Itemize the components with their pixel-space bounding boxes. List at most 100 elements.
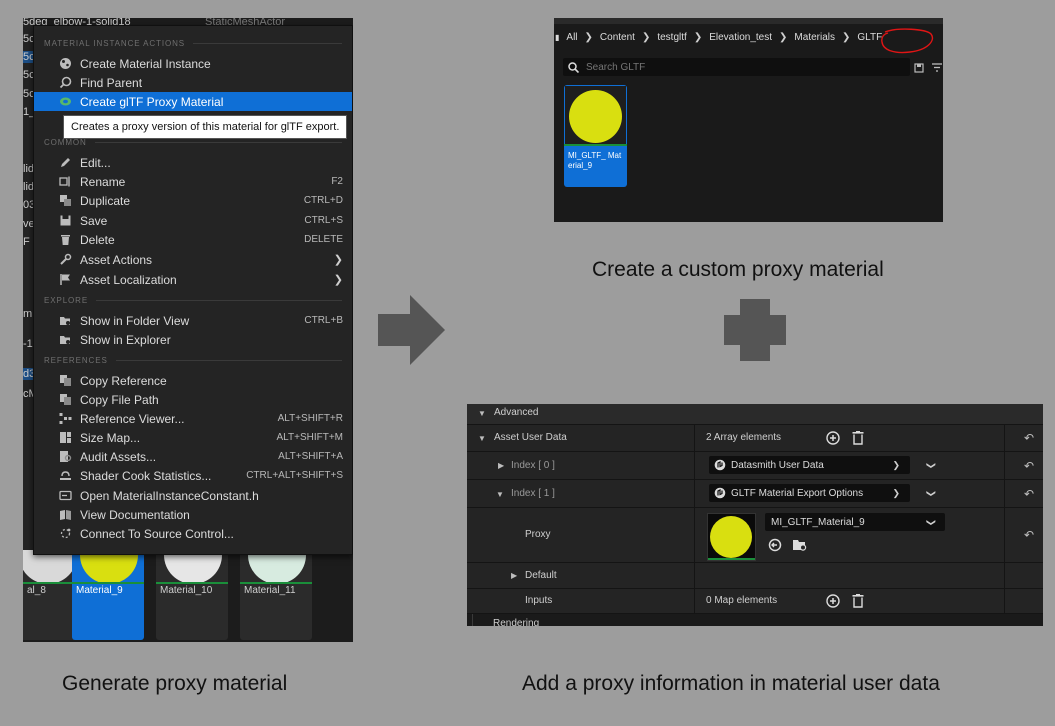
unreal-logo-icon [714, 459, 726, 471]
rename-item[interactable]: Rename F2 [34, 172, 352, 191]
search-bar[interactable] [563, 58, 910, 76]
index-1-row: ▼ Index [ 1 ] GLTF Material Export Optio… [467, 480, 1043, 508]
thumbnail-label: al_8 [27, 585, 46, 596]
reference-viewer-item[interactable]: Reference Viewer... ALT+SHIFT+R [34, 409, 352, 428]
user-data-class-dropdown[interactable]: GLTF Material Export Options ❯ [709, 484, 910, 502]
breadcrumb-item[interactable]: Content [600, 32, 635, 43]
breadcrumb-item[interactable]: All [566, 32, 577, 43]
audit-assets-item[interactable]: Audit Assets... ALT+SHIFT+A [34, 447, 352, 466]
asset-actions-item[interactable]: Asset Actions ❯ [34, 250, 352, 269]
breadcrumb-item[interactable]: testgltf [657, 32, 686, 43]
chevron-down-icon: ❯ [892, 459, 900, 470]
unreal-logo-icon [714, 487, 726, 499]
browse-asset-icon[interactable] [792, 538, 808, 555]
caption-generate: Generate proxy material [62, 672, 288, 695]
save-icon [58, 214, 72, 228]
add-element-icon[interactable] [826, 431, 840, 448]
caption-create-custom: Create a custom proxy material [592, 258, 884, 281]
reset-to-default-icon[interactable]: ↶ [1024, 487, 1034, 501]
asset-localization-item[interactable]: Asset Localization ❯ [34, 270, 352, 289]
duplicate-item[interactable]: Duplicate CTRL+D [34, 191, 352, 210]
search-icon [568, 61, 579, 73]
plus-icon [724, 299, 786, 361]
show-in-folder-view-item[interactable]: Show in Folder View CTRL+B [34, 311, 352, 330]
copy-file-path-item[interactable]: Copy File Path [34, 390, 352, 409]
asset-tile-selected[interactable]: MI_GLTF_ Material_9 [564, 85, 627, 187]
reset-to-default-icon[interactable]: ↶ [1024, 459, 1034, 473]
proxy-thumbnail[interactable] [707, 513, 756, 561]
search-input[interactable] [584, 60, 888, 74]
context-menu-screenshot: 5deg_elbow-1-solid18 StaticMeshActor 5c … [23, 18, 353, 642]
delete-item[interactable]: Delete DELETE [34, 230, 352, 249]
size-map-item[interactable]: Size Map... ALT+SHIFT+M [34, 428, 352, 447]
create-gltf-proxy-material-item[interactable]: Create glTF Proxy Material [34, 92, 352, 111]
breadcrumb-item[interactable]: Materials [794, 32, 835, 43]
trash-icon [58, 233, 72, 247]
pencil-icon [58, 156, 72, 170]
add-element-icon[interactable] [826, 594, 840, 611]
edit-item[interactable]: Edit... [34, 153, 352, 172]
reset-to-default-icon[interactable]: ↶ [1024, 431, 1034, 445]
show-in-explorer-item[interactable]: Show in Explorer [34, 330, 352, 349]
red-highlight-annotation [881, 28, 934, 54]
material-instance-icon [58, 57, 72, 71]
collapsed-arrow-icon[interactable]: ▶ [498, 461, 504, 470]
connect-to-source-control-item[interactable]: Connect To Source Control... [34, 524, 352, 543]
caption-add-info: Add a proxy information in material user… [522, 672, 940, 695]
chevron-right-icon: ❯ [333, 274, 343, 286]
expand-arrow-icon[interactable]: ▼ [496, 490, 504, 499]
asset-thumbnail[interactable]: Material_10 [156, 550, 228, 640]
asset-thumbnail[interactable]: Material_11 [240, 550, 312, 640]
tooltip: Creates a proxy version of this material… [63, 115, 347, 139]
thumbnail-label: Material_11 [244, 585, 296, 596]
save-item[interactable]: Save CTRL+S [34, 211, 352, 230]
arrow-right-icon [378, 295, 445, 365]
size-map-icon [58, 431, 72, 445]
search-icon [58, 76, 72, 90]
reset-to-default-icon[interactable]: ↶ [1024, 528, 1034, 542]
expand-arrow-icon[interactable]: ▼ [478, 434, 486, 443]
breadcrumb-item[interactable]: Elevation_test [709, 32, 772, 43]
top-strip [554, 18, 943, 24]
content-browser-screenshot: ▮ All ❯ Content ❯ testgltf ❯ Elevation_t… [554, 18, 943, 222]
copy-reference-item[interactable]: Copy Reference [34, 371, 352, 390]
cook-icon [58, 469, 72, 483]
code-icon [58, 489, 72, 503]
default-row: ▶ Default [467, 563, 1043, 589]
gltf-icon [58, 95, 72, 109]
flag-icon [58, 273, 72, 287]
trash-icon[interactable] [852, 431, 864, 448]
rename-icon [58, 175, 72, 189]
chevron-down-icon[interactable]: ❯ [925, 462, 936, 470]
asset-thumbnail[interactable]: Material_9 [72, 550, 144, 640]
collapsed-arrow-icon[interactable]: ▶ [511, 571, 517, 580]
category-advanced[interactable]: ▼ Advanced [467, 404, 1043, 425]
chevron-right-icon: ❯ [641, 31, 651, 43]
wrench-icon [58, 253, 72, 267]
folder-search-icon [58, 333, 72, 347]
use-selected-asset-icon[interactable] [768, 538, 782, 555]
inputs-row: Inputs 0 Map elements [467, 589, 1043, 614]
section-header: REFERENCES [44, 354, 342, 366]
save-search-icon[interactable] [914, 60, 924, 78]
filter-icon[interactable] [931, 60, 943, 78]
view-documentation-item[interactable]: View Documentation [34, 505, 352, 524]
breadcrumb-item[interactable]: GLTF [857, 32, 882, 43]
book-icon [58, 508, 72, 522]
context-menu: MATERIAL INSTANCE ACTIONS Create Materia… [33, 25, 353, 555]
asset-user-data-row: ▼ Asset User Data 2 Array elements ↶ [467, 425, 1043, 452]
copy-icon [58, 374, 72, 388]
proxy-asset-picker[interactable]: MI_GLTF_Material_9 ❯ [765, 513, 945, 531]
user-data-class-dropdown[interactable]: Datasmith User Data ❯ [709, 456, 910, 474]
audit-icon [58, 450, 72, 464]
create-material-instance-item[interactable]: Create Material Instance [34, 54, 352, 73]
chevron-down-icon[interactable]: ❯ [925, 490, 936, 498]
trash-icon[interactable] [852, 594, 864, 611]
cut-off-category: Rendering [493, 618, 540, 626]
shader-cook-statistics-item[interactable]: Shader Cook Statistics... CTRL+ALT+SHIFT… [34, 466, 352, 485]
source-control-icon [58, 527, 72, 541]
breadcrumb-marker: ▮ [555, 32, 560, 42]
open-class-item[interactable]: Open MaterialInstanceConstant.h [34, 486, 352, 505]
details-panel-screenshot: ▼ Advanced ▼ Asset User Data 2 Array ele… [467, 404, 1043, 626]
find-parent-item[interactable]: Find Parent [34, 73, 352, 92]
